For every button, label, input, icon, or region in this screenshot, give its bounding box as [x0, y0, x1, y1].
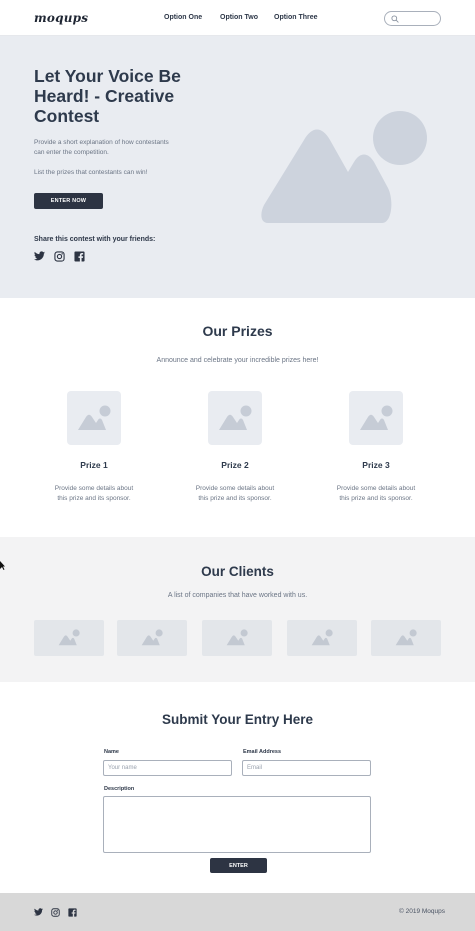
- submit-entry-button[interactable]: ENTER: [210, 858, 267, 873]
- description-label: Description: [104, 786, 135, 792]
- share-label: Share this contest with your friends:: [34, 236, 156, 243]
- twitter-icon[interactable]: [34, 908, 43, 916]
- mouse-cursor-icon: [0, 561, 5, 570]
- client-logo: [202, 620, 272, 656]
- clients-section: Our Clients A list of companies that hav…: [0, 537, 475, 682]
- image-icon: [226, 629, 248, 646]
- nav-option-two[interactable]: Option Two: [220, 14, 258, 21]
- prize-image-placeholder: [208, 391, 262, 445]
- hero-section: Let Your Voice Be Heard! - Creative Cont…: [0, 36, 475, 298]
- clients-title: Our Clients: [201, 564, 274, 579]
- prize-description: Provide some details about this prize an…: [195, 485, 275, 502]
- prizes-title: Our Prizes: [202, 323, 273, 339]
- hero-title: Let Your Voice Be Heard! - Creative Cont…: [34, 66, 181, 126]
- search-input[interactable]: [384, 11, 441, 26]
- email-label: Email Address: [243, 749, 282, 755]
- copyright-text: © 2019 Moqups: [399, 908, 445, 915]
- client-logo: [371, 620, 441, 656]
- facebook-icon[interactable]: [74, 251, 85, 262]
- email-field[interactable]: Email: [242, 760, 371, 776]
- image-icon: [395, 629, 417, 646]
- prize-description: Provide some details about this prize an…: [54, 485, 134, 502]
- image-icon: [58, 629, 80, 646]
- prize-image-placeholder: [67, 391, 121, 445]
- name-placeholder: Your name: [108, 765, 137, 771]
- prize-image-placeholder: [349, 391, 403, 445]
- client-logo: [117, 620, 187, 656]
- email-placeholder: Email: [247, 765, 263, 771]
- instagram-icon[interactable]: [51, 908, 60, 917]
- image-icon: [360, 405, 393, 430]
- twitter-icon[interactable]: [34, 251, 45, 261]
- image-icon: [219, 405, 252, 430]
- image-icon: [78, 405, 111, 430]
- facebook-icon[interactable]: [68, 908, 77, 917]
- search-icon: [391, 15, 399, 23]
- prize-name: Prize 2: [221, 460, 249, 470]
- hero-description: Provide a short explanation of how conte…: [34, 139, 169, 156]
- logo[interactable]: moqups: [34, 11, 88, 25]
- hero-image-placeholder-icon: [261, 111, 427, 223]
- nav-option-three[interactable]: Option Three: [274, 14, 318, 21]
- image-icon: [311, 629, 333, 646]
- image-icon: [141, 629, 163, 646]
- name-label: Name: [104, 749, 119, 755]
- nav-option-one[interactable]: Option One: [164, 14, 202, 21]
- top-nav-bar: moqups Option One Option Two Option Thre…: [0, 0, 475, 36]
- footer-social-links: [34, 908, 77, 917]
- clients-subtitle: A list of companies that have worked wit…: [167, 592, 308, 599]
- footer: © 2019 Moqups: [0, 893, 475, 931]
- prize-description: Provide some details about this prize an…: [336, 485, 416, 502]
- hero-social-links: [34, 251, 85, 262]
- prize-name: Prize 1: [80, 460, 108, 470]
- instagram-icon[interactable]: [54, 251, 65, 262]
- description-textarea[interactable]: [103, 796, 371, 853]
- name-field[interactable]: Your name: [103, 760, 232, 776]
- form-title: Submit Your Entry Here: [161, 712, 314, 727]
- enter-now-button[interactable]: ENTER NOW: [34, 193, 103, 209]
- prize-name: Prize 3: [362, 460, 390, 470]
- hero-prizes-text: List the prizes that contestants can win…: [34, 169, 148, 176]
- client-logo: [34, 620, 104, 656]
- prizes-subtitle: Announce and celebrate your incredible p…: [156, 357, 319, 364]
- client-logo: [287, 620, 357, 656]
